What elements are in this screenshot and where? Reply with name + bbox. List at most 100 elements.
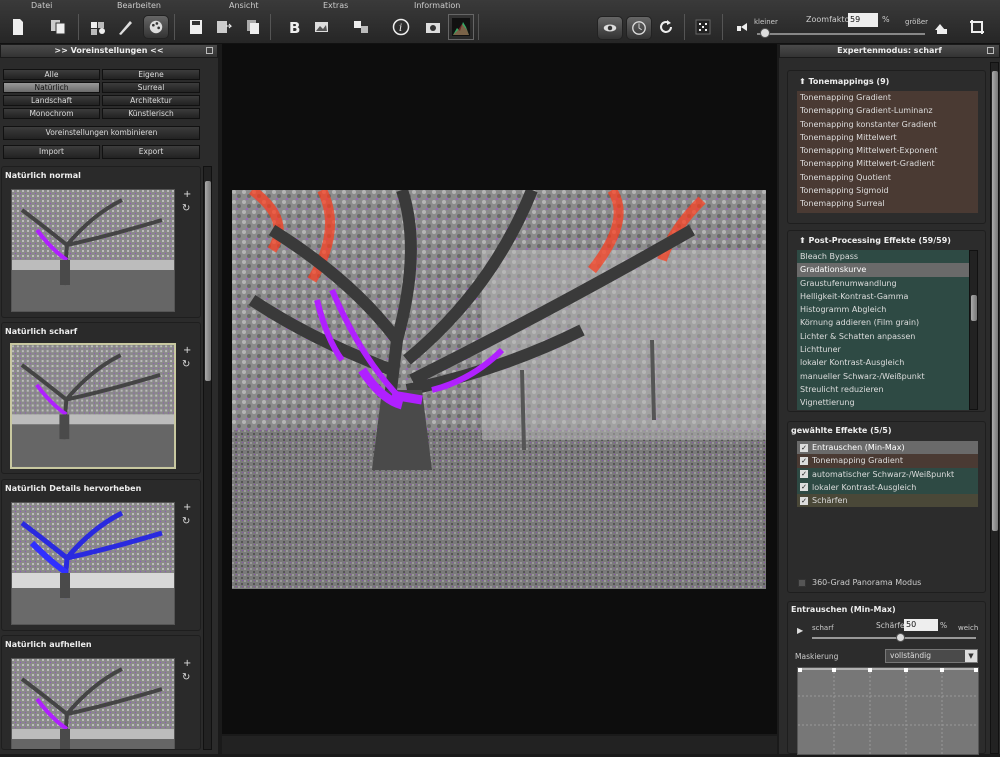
scrollbar-thumb[interactable] bbox=[971, 295, 977, 321]
selected-effect-row[interactable]: ✓ Schärfen bbox=[797, 494, 978, 508]
checkbox[interactable]: ✓ bbox=[800, 443, 808, 452]
dock-icon[interactable] bbox=[206, 47, 213, 54]
list-item[interactable]: Helligkeit-Kontrast-Gamma bbox=[797, 290, 969, 303]
list-item[interactable]: Tonemapping Mittelwert-Gradient bbox=[797, 157, 978, 170]
import-button[interactable]: Import bbox=[3, 145, 100, 159]
list-item[interactable]: Körnung addieren (Film grain) bbox=[797, 316, 969, 329]
sharpness-input[interactable]: 50 bbox=[904, 619, 938, 631]
export-button[interactable]: Export bbox=[102, 145, 200, 159]
sharpness-slider-handle[interactable] bbox=[896, 633, 905, 642]
list-item[interactable]: Tonemapping Mittelwert-Exponent bbox=[797, 144, 978, 157]
reset-preset-icon[interactable]: ↻ bbox=[182, 203, 190, 214]
camera-icon[interactable] bbox=[420, 14, 446, 40]
tonemappings-title[interactable]: ⬆ Tonemappings (9) bbox=[799, 77, 889, 86]
category-architektur[interactable]: Architektur bbox=[102, 95, 200, 106]
list-item[interactable]: Tonemapping Quotient bbox=[797, 171, 978, 184]
checkbox[interactable]: ✓ bbox=[800, 483, 808, 492]
compare-icon[interactable] bbox=[348, 14, 374, 40]
postprocessing-scrollbar[interactable] bbox=[969, 250, 978, 410]
checkbox[interactable]: ✓ bbox=[800, 496, 808, 505]
sharpness-slider-track[interactable] bbox=[812, 637, 976, 639]
add-preset-icon[interactable]: + bbox=[183, 658, 191, 669]
list-item[interactable]: Tonemapping Mittelwert bbox=[797, 131, 978, 144]
main-image[interactable] bbox=[232, 190, 766, 589]
play-icon[interactable]: ▶ bbox=[797, 626, 803, 635]
fit-screen-icon[interactable] bbox=[690, 14, 716, 40]
list-item-selected[interactable]: Gradationskurve bbox=[797, 263, 969, 277]
selected-effect-row[interactable]: ✓ lokaler Kontrast-Ausgleich bbox=[797, 480, 978, 495]
reset-preset-icon[interactable]: ↻ bbox=[182, 516, 190, 527]
save-as-icon[interactable] bbox=[211, 14, 237, 40]
tonemappings-list[interactable]: Tonemapping Gradient Tonemapping Gradien… bbox=[797, 91, 978, 213]
combine-presets-button[interactable]: Voreinstellungen kombinieren bbox=[3, 126, 200, 140]
histogram-icon[interactable] bbox=[448, 14, 474, 40]
settings-grid-icon[interactable] bbox=[85, 14, 111, 40]
zoom-out-icon[interactable] bbox=[729, 14, 755, 40]
preset-card[interactable]: Natürlich Details hervorheben + ↻ bbox=[1, 479, 201, 631]
category-kuenstlerisch[interactable]: Künstlerisch bbox=[102, 108, 200, 119]
list-item[interactable]: manueller Schwarz-/Weißpunkt bbox=[797, 370, 969, 383]
list-item[interactable]: Bleach Bypass bbox=[797, 250, 969, 263]
crop-rotate-icon[interactable] bbox=[964, 14, 990, 40]
postprocessing-title[interactable]: ⬆ Post-Processing Effekte (59/59) bbox=[799, 236, 951, 245]
dock-icon[interactable] bbox=[987, 47, 994, 54]
export-image-icon[interactable] bbox=[309, 14, 335, 40]
selected-effect-row[interactable]: ✓ Tonemapping Gradient bbox=[797, 454, 978, 468]
menu-bearbeiten[interactable]: Bearbeiten bbox=[117, 1, 161, 10]
redo-icon[interactable] bbox=[653, 14, 679, 40]
preset-card[interactable]: Natürlich scharf + ↻ bbox=[1, 322, 201, 474]
list-item[interactable]: Tonemapping Sigmoid bbox=[797, 184, 978, 197]
scrollbar-thumb[interactable] bbox=[205, 181, 211, 381]
eye-button[interactable] bbox=[597, 16, 623, 40]
list-item[interactable]: lokaler Kontrast-Ausgleich bbox=[797, 356, 969, 369]
checkbox[interactable]: ✓ bbox=[800, 470, 808, 479]
brush-icon[interactable] bbox=[112, 14, 138, 40]
menu-datei[interactable]: Datei bbox=[31, 1, 52, 10]
scrollbar-thumb[interactable] bbox=[992, 71, 998, 531]
save-icon[interactable] bbox=[183, 14, 209, 40]
clock-button[interactable] bbox=[626, 16, 652, 40]
menu-extras[interactable]: Extras bbox=[323, 1, 348, 10]
category-landschaft[interactable]: Landschaft bbox=[3, 95, 100, 106]
panorama-checkbox[interactable] bbox=[798, 579, 806, 587]
menu-ansicht[interactable]: Ansicht bbox=[229, 1, 259, 10]
list-item[interactable]: Lichttuner bbox=[797, 343, 969, 356]
list-item[interactable]: Tonemapping Surreal bbox=[797, 197, 978, 210]
chevron-down-icon[interactable]: ▼ bbox=[965, 650, 977, 662]
list-item[interactable]: Graustufenumwandlung bbox=[797, 277, 969, 290]
preset-thumbnail[interactable] bbox=[11, 189, 175, 312]
presets-scrollbar[interactable] bbox=[203, 166, 212, 750]
copy-icon[interactable] bbox=[45, 14, 71, 40]
preset-thumbnail-selected[interactable] bbox=[10, 343, 176, 469]
new-file-icon[interactable] bbox=[5, 14, 31, 40]
info-icon[interactable]: i bbox=[388, 14, 414, 40]
list-item[interactable]: Tonemapping konstanter Gradient bbox=[797, 118, 978, 131]
list-item[interactable]: Streulicht reduzieren bbox=[797, 383, 969, 396]
add-preset-icon[interactable]: + bbox=[183, 345, 191, 356]
reset-preset-icon[interactable]: ↻ bbox=[182, 672, 190, 683]
batch-icon[interactable] bbox=[240, 14, 266, 40]
reset-preset-icon[interactable]: ↻ bbox=[182, 359, 190, 370]
palette-button[interactable] bbox=[143, 15, 169, 39]
preset-card[interactable]: Natürlich aufhellen + ↻ bbox=[1, 635, 201, 750]
postprocessing-list[interactable]: Bleach Bypass Gradationskurve Graustufen… bbox=[797, 250, 969, 410]
right-panel-scrollbar[interactable] bbox=[990, 62, 999, 754]
category-surreal[interactable]: Surreal bbox=[102, 82, 200, 93]
print-icon[interactable]: B bbox=[281, 14, 307, 40]
list-item[interactable]: Vignettierung bbox=[797, 396, 969, 409]
category-alle[interactable]: Alle bbox=[3, 69, 100, 80]
preset-card[interactable]: Natürlich normal + ↻ bbox=[1, 166, 201, 318]
add-preset-icon[interactable]: + bbox=[183, 502, 191, 513]
zoom-slider-handle[interactable] bbox=[760, 28, 771, 38]
list-item[interactable]: Lichter & Schatten anpassen bbox=[797, 330, 969, 343]
list-item[interactable]: Histogramm Abgleich bbox=[797, 303, 969, 316]
preset-thumbnail[interactable] bbox=[11, 502, 175, 625]
zoom-in-icon[interactable] bbox=[929, 14, 955, 40]
selected-effects-list[interactable]: ✓ Entrauschen (Min-Max) ✓ Tonemapping Grad… bbox=[797, 441, 978, 508]
category-eigene[interactable]: Eigene bbox=[102, 69, 200, 80]
checkbox[interactable]: ✓ bbox=[800, 456, 808, 465]
category-monochrom[interactable]: Monochrom bbox=[3, 108, 100, 119]
zoom-slider-track[interactable] bbox=[757, 33, 925, 35]
list-item[interactable]: Tonemapping Gradient-Luminanz bbox=[797, 104, 978, 117]
zoom-input[interactable]: 59 bbox=[848, 13, 878, 27]
